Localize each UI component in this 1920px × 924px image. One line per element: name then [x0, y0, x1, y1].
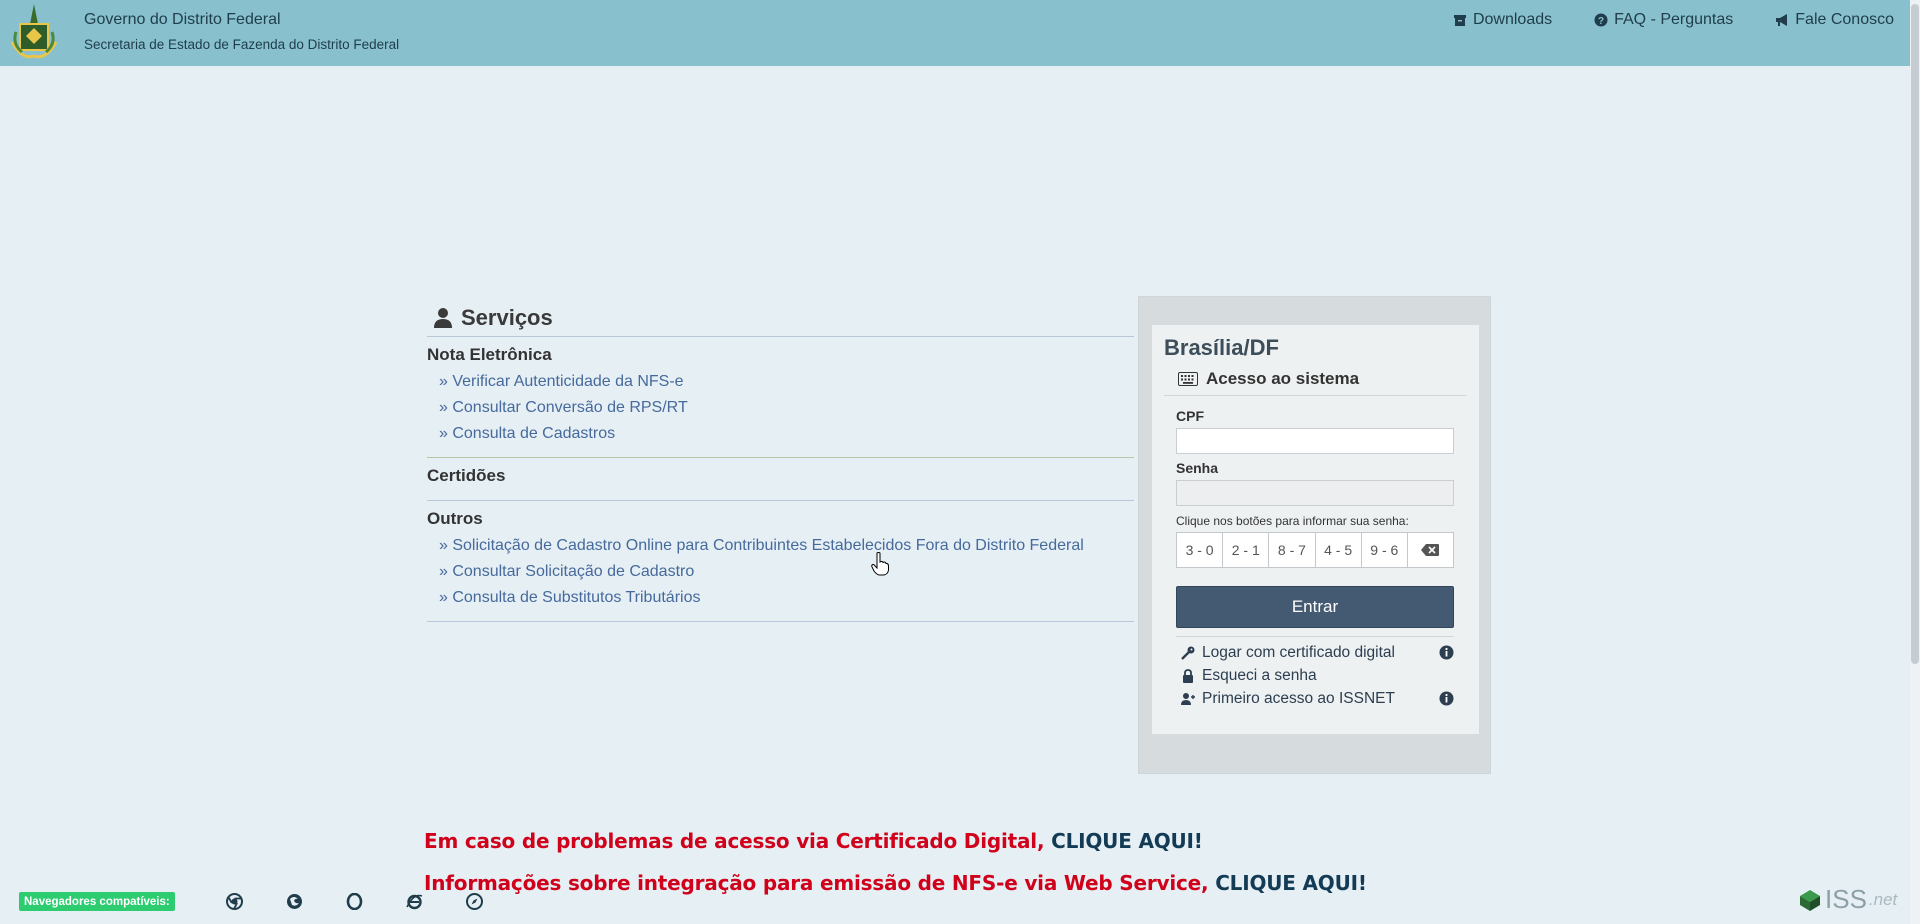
- top-header: Governo do Distrito Federal Secretaria d…: [0, 0, 1920, 66]
- webservice-info-text: Informações sobre integração para emissã…: [424, 871, 1216, 895]
- tax-substitutes-link[interactable]: » Consulta de Substitutos Tributários: [427, 585, 1134, 611]
- first-access-label: Primeiro acesso ao ISSNET: [1202, 689, 1395, 707]
- backspace-icon: [1421, 544, 1440, 556]
- section-nota-eletronica: Nota Eletrônica: [427, 345, 552, 364]
- lock-icon: [1183, 668, 1193, 683]
- faq-link[interactable]: ? FAQ - Perguntas: [1594, 11, 1733, 29]
- header-title: Governo do Distrito Federal: [84, 11, 281, 28]
- keyboard-icon: [1178, 372, 1198, 386]
- hand-cursor-icon: [871, 552, 889, 576]
- issnet-brand: ISS: [1825, 884, 1867, 914]
- archive-icon: [1453, 15, 1466, 26]
- page-scrollbar[interactable]: [1910, 0, 1920, 924]
- top-nav: Downloads ? FAQ - Perguntas Fale Conosco: [1453, 11, 1894, 29]
- access-title: Acesso ao sistema: [1206, 369, 1360, 388]
- online-registration-link[interactable]: » Solicitação de Cadastro Online para Co…: [427, 533, 1134, 559]
- registration-status-link[interactable]: » Consultar Solicitação de Cadastro: [427, 559, 1134, 585]
- certificate-login-link[interactable]: Logar com certificado digital: [1176, 641, 1454, 664]
- contact-link[interactable]: Fale Conosco: [1775, 11, 1894, 29]
- header-subtitle: Secretaria de Estado de Fazenda do Distr…: [84, 37, 400, 52]
- issnet-brand-suffix: .net: [1868, 889, 1898, 909]
- section-certidoes[interactable]: Certidões: [427, 458, 1134, 500]
- virtual-keypad: 3 - 0 2 - 1 8 - 7 4 - 5 9 - 6: [1176, 532, 1454, 568]
- user-plus-icon: [1181, 692, 1195, 705]
- issnet-cube-icon: [1800, 889, 1820, 911]
- keypad-key[interactable]: 4 - 5: [1316, 533, 1362, 567]
- services-heading: Serviços: [427, 300, 1134, 336]
- keypad-key[interactable]: 2 - 1: [1223, 533, 1270, 567]
- certificate-help-link[interactable]: CLIQUE AQUI!: [1051, 829, 1203, 853]
- registry-lookup-link[interactable]: » Consulta de Cadastros: [427, 421, 1134, 447]
- first-access-link[interactable]: Primeiro acesso ao ISSNET: [1176, 687, 1454, 710]
- webservice-info-message: Informações sobre integração para emissã…: [424, 871, 1367, 895]
- firefox-icon[interactable]: [286, 893, 303, 910]
- contact-label: Fale Conosco: [1795, 11, 1894, 28]
- rps-conversion-link[interactable]: » Consultar Conversão de RPS/RT: [427, 395, 1134, 421]
- compatible-browsers-label: Navegadores compatíveis:: [19, 892, 175, 911]
- services-panel: Serviços Nota Eletrônica » Verificar Aut…: [427, 300, 1134, 622]
- certificate-help-text: Em caso de problemas de acesso via Certi…: [424, 829, 1052, 853]
- login-form: CPF Senha Clique nos botões para informa…: [1164, 408, 1467, 710]
- info-icon[interactable]: [1439, 691, 1454, 706]
- chrome-icon[interactable]: [226, 893, 243, 910]
- downloads-label: Downloads: [1472, 11, 1553, 28]
- verify-nfse-link[interactable]: » Verificar Autenticidade da NFS-e: [427, 369, 1134, 395]
- section-outros: Outros: [427, 509, 483, 528]
- info-icon[interactable]: [1439, 645, 1454, 660]
- password-label: Senha: [1176, 460, 1219, 476]
- scrollbar-thumb[interactable]: [1911, 4, 1919, 664]
- gdf-coat-of-arms-logo: [10, 4, 58, 59]
- certificate-help-message: Em caso de problemas de acesso via Certi…: [424, 829, 1203, 853]
- browser-icons: [226, 893, 483, 910]
- city-title: Brasília/DF: [1164, 335, 1279, 360]
- login-options: Logar com certificado digital Esqueci a …: [1176, 641, 1455, 710]
- divider: [1176, 636, 1454, 637]
- services-title: Serviços: [461, 305, 553, 330]
- login-panel: Brasília/DF Acesso ao sistema CPF Senha …: [1138, 296, 1491, 774]
- opera-icon[interactable]: [346, 893, 363, 910]
- webservice-info-link[interactable]: CLIQUE AQUI!: [1215, 871, 1367, 895]
- keypad-key[interactable]: 9 - 6: [1362, 533, 1408, 567]
- login-box: Brasília/DF Acesso ao sistema CPF Senha …: [1152, 325, 1479, 734]
- enter-button[interactable]: Entrar: [1176, 586, 1454, 628]
- key-icon: [1181, 646, 1195, 660]
- user-icon: [434, 308, 452, 328]
- keypad-key[interactable]: 8 - 7: [1269, 533, 1316, 567]
- safari-icon[interactable]: [466, 893, 483, 910]
- svg-text:?: ?: [1598, 16, 1604, 27]
- cpf-input[interactable]: [1176, 428, 1454, 454]
- outros-list: » Solicitação de Cadastro Online para Co…: [427, 533, 1134, 621]
- keypad-hint: Clique nos botões para informar sua senh…: [1176, 514, 1409, 528]
- password-input[interactable]: [1176, 480, 1454, 506]
- downloads-link[interactable]: Downloads: [1453, 11, 1552, 29]
- nota-eletronica-list: » Verificar Autenticidade da NFS-e » Con…: [427, 369, 1134, 457]
- certificate-login-label: Logar com certificado digital: [1202, 643, 1395, 661]
- question-circle-icon: ?: [1594, 13, 1608, 27]
- bullhorn-icon: [1776, 14, 1788, 26]
- issnet-logo: ISS .net: [1797, 884, 1897, 915]
- backspace-key[interactable]: [1408, 533, 1453, 567]
- ie-icon[interactable]: [406, 893, 423, 910]
- cpf-label: CPF: [1176, 408, 1204, 424]
- forgot-password-label: Esqueci a senha: [1202, 666, 1317, 684]
- forgot-password-link[interactable]: Esqueci a senha: [1176, 664, 1454, 687]
- faq-label: FAQ - Perguntas: [1614, 11, 1734, 28]
- keypad-key[interactable]: 3 - 0: [1177, 533, 1224, 567]
- divider: [427, 621, 1134, 622]
- access-heading: Acesso ao sistema: [1164, 369, 1467, 396]
